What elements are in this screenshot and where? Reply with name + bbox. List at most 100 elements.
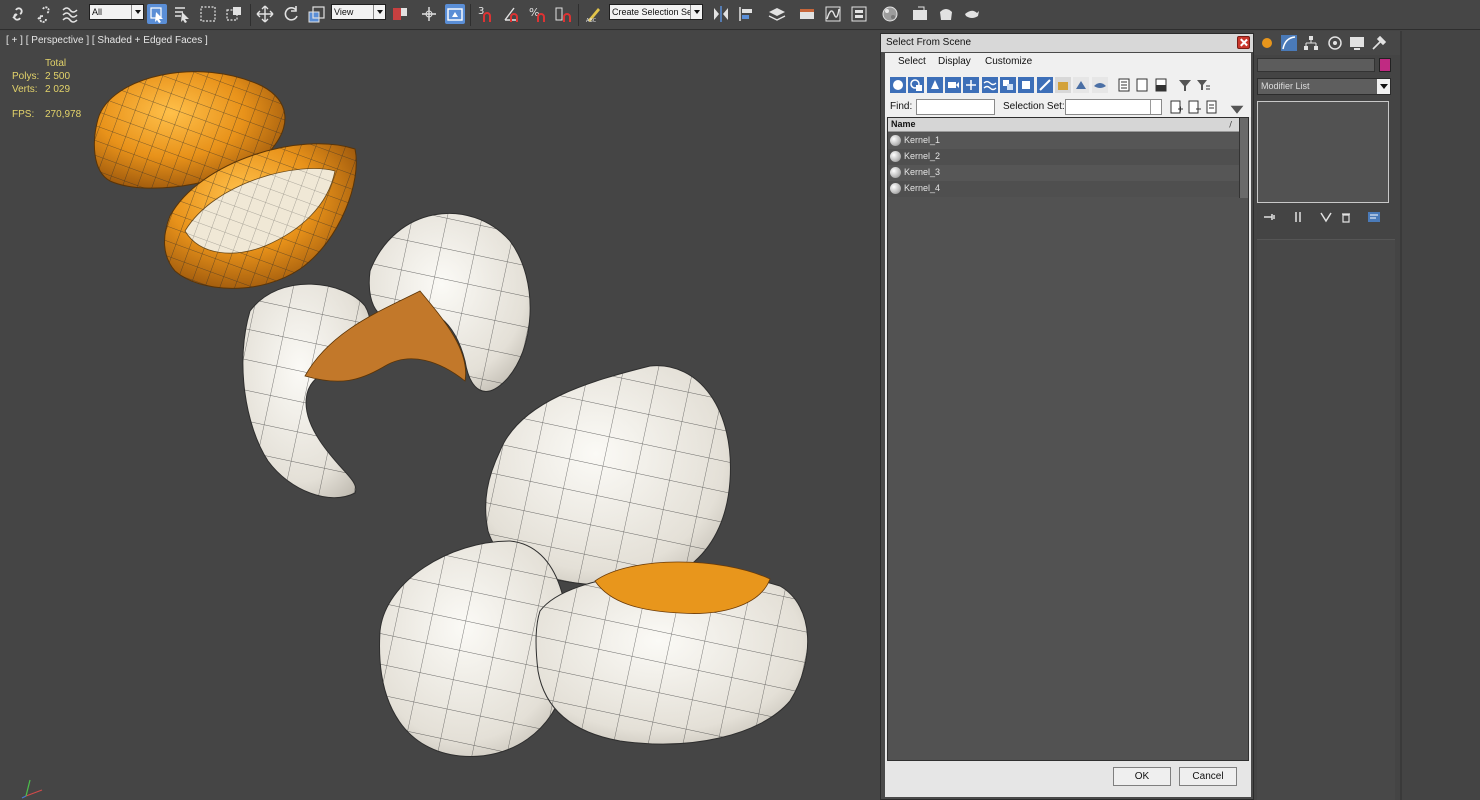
render-frame-window-icon[interactable] [936,4,956,24]
named-selection-set-value: Create Selection Se [612,7,693,17]
graphite-ribbon-icon[interactable] [797,4,817,24]
rotate-icon[interactable] [281,4,301,24]
display-tab-icon[interactable] [1348,34,1366,52]
selection-filter-dropdown[interactable]: All [89,4,144,20]
menu-select[interactable]: Select [898,56,926,67]
render-production-icon[interactable] [962,4,982,24]
list-item-label: Kernel_2 [904,151,941,161]
layer-manager-icon[interactable] [767,4,787,24]
viewport-statistics: Total Polys: 2 500 Verts: 2 029 FPS: 270,97… [12,58,364,122]
curve-editor-icon[interactable] [823,4,843,24]
link-icon[interactable] [8,4,28,24]
display-cameras-icon[interactable] [945,77,961,93]
mirror-icon[interactable] [711,4,731,24]
display-space-warps-icon[interactable] [982,77,998,93]
scale-icon[interactable] [307,4,327,24]
sort-indicator: / [1229,120,1232,129]
menu-customize[interactable]: Customize [985,56,1032,67]
list-item-label: Kernel_3 [904,167,941,177]
select-invert-icon[interactable] [1153,77,1169,93]
manipulate-icon[interactable] [419,4,439,24]
add-to-selection-set-icon[interactable] [1204,99,1220,115]
display-shapes-icon[interactable] [908,77,924,93]
dialog-title-bar[interactable]: Select From Scene [881,34,1253,52]
chevron-down-icon[interactable] [1229,101,1244,114]
edit-named-selection-icon[interactable]: ABC [584,4,604,24]
object-color-swatch[interactable] [1379,58,1391,72]
motion-tab-icon[interactable] [1326,34,1344,52]
list-item[interactable]: Kernel_1 [888,133,1240,149]
display-helpers-icon[interactable] [963,77,979,93]
hierarchy-tab-icon[interactable] [1302,34,1320,52]
command-panel: Modifier List [1254,31,1480,800]
unlink-icon[interactable] [34,4,54,24]
display-xrefs-icon[interactable] [1018,77,1034,93]
find-input[interactable] [916,99,995,115]
display-groups-icon[interactable] [1000,77,1016,93]
utilities-tab-icon[interactable] [1370,34,1388,52]
display-hidden-icon[interactable] [1092,77,1108,93]
geometry-bullet-icon [890,183,901,194]
display-bones-icon[interactable] [1037,77,1053,93]
object-name-field[interactable] [1257,58,1375,72]
list-item[interactable]: Kernel_2 [888,149,1240,165]
select-all-icon[interactable] [1116,77,1132,93]
spinner-snap-icon[interactable] [553,4,573,24]
list-item[interactable]: Kernel_3 [888,165,1240,181]
move-icon[interactable] [255,4,275,24]
reference-coordinate-dropdown[interactable]: View [331,4,386,20]
show-end-result-icon[interactable] [1290,209,1306,225]
list-scrollbar[interactable] [1239,118,1248,198]
dialog-footer: OK Cancel [885,761,1251,797]
remove-selection-set-icon[interactable] [1186,99,1202,115]
name-column-header[interactable]: Name [891,119,916,129]
modify-tab-icon[interactable] [1280,34,1298,52]
ok-button[interactable]: OK [1113,767,1171,786]
window-crossing-icon[interactable] [224,4,244,24]
list-item[interactable]: Kernel_4 [888,181,1240,197]
cancel-button[interactable]: Cancel [1179,767,1237,786]
create-tab-icon[interactable] [1258,34,1276,52]
percent-snap-icon[interactable]: % [528,4,548,24]
pin-stack-icon[interactable] [1262,209,1278,225]
modifier-stack-tools [1254,207,1400,227]
modifier-stack[interactable] [1257,101,1389,203]
list-header[interactable]: Name / [888,118,1240,132]
viewport-label[interactable]: [ + ] [ Perspective ] [ Shaded + Edged F… [6,35,208,46]
perspective-viewport[interactable]: [ + ] [ Perspective ] [ Shaded + Edged F… [0,31,880,800]
select-by-name-icon[interactable] [172,4,192,24]
dialog-toolbar [885,73,1251,97]
configure-modifier-sets-icon[interactable] [1366,209,1382,225]
list-item-label: Kernel_4 [904,183,941,193]
schematic-view-icon[interactable] [849,4,869,24]
filter-icon[interactable] [1177,77,1193,93]
geometry-bullet-icon [890,167,901,178]
rectangular-selection-icon[interactable] [198,4,218,24]
keyboard-shortcut-override-icon[interactable] [445,4,465,24]
material-editor-icon[interactable] [880,4,900,24]
named-selection-set-dropdown[interactable]: Create Selection Se [609,4,703,20]
snap-toggle-icon[interactable]: 3 [476,4,496,24]
stats-polys-value: 2 500 [45,71,71,82]
display-geometry-icon[interactable] [890,77,906,93]
display-lights-icon[interactable] [927,77,943,93]
make-unique-icon[interactable] [1318,209,1334,225]
menu-display[interactable]: Display [938,56,971,67]
select-object-icon[interactable] [147,4,167,24]
align-icon[interactable] [737,4,757,24]
display-frozen-icon[interactable] [1073,77,1089,93]
display-containers-icon[interactable] [1055,77,1071,93]
close-icon[interactable] [1237,36,1250,49]
remove-modifier-icon[interactable] [1338,209,1354,225]
selection-set-dropdown[interactable] [1065,99,1162,115]
stats-fps-label: FPS: [12,109,35,120]
select-none-icon[interactable] [1134,77,1150,93]
pivot-center-icon[interactable] [390,4,410,24]
create-selection-set-icon[interactable] [1168,99,1184,115]
filter-options-icon[interactable] [1195,77,1211,93]
bind-space-warp-icon[interactable] [60,4,80,24]
render-setup-icon[interactable] [910,4,930,24]
angle-snap-icon[interactable] [502,4,522,24]
modifier-list-dropdown[interactable]: Modifier List [1257,78,1391,95]
scene-object-list[interactable]: Name / Kernel_1 Kernel_2 Kernel_3 Kernel… [887,117,1249,761]
